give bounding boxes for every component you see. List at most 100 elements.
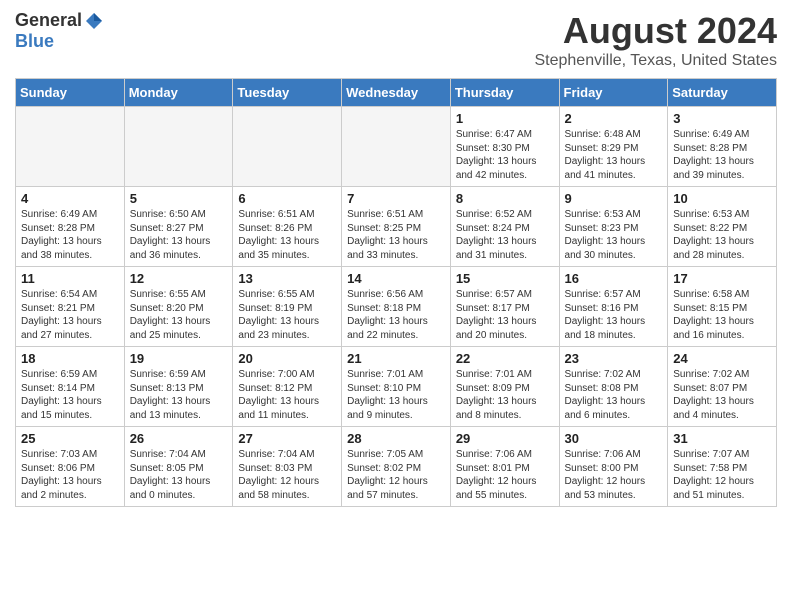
day-info: Sunrise: 7:01 AM Sunset: 8:10 PM Dayligh… bbox=[347, 368, 445, 422]
calendar-cell: 30Sunrise: 7:06 AM Sunset: 8:00 PM Dayli… bbox=[559, 427, 668, 507]
day-info: Sunrise: 6:59 AM Sunset: 8:13 PM Dayligh… bbox=[130, 368, 228, 422]
day-info: Sunrise: 6:54 AM Sunset: 8:21 PM Dayligh… bbox=[21, 288, 119, 342]
calendar-cell: 8 Sunrise: 6:52 AM Sunset: 8:24 PM Daylig… bbox=[450, 187, 559, 267]
day-number: 28 bbox=[347, 431, 445, 446]
day-info: Sunrise: 6:58 AM Sunset: 8:15 PM Dayligh… bbox=[673, 288, 771, 342]
day-number: 20 bbox=[238, 351, 336, 366]
calendar-cell: 24 Sunrise: 7:02 AM Sunset: 8:07 PM Dayli… bbox=[668, 347, 777, 427]
calendar-cell: 10 Sunrise: 6:53 AM Sunset: 8:22 PM Dayli… bbox=[668, 187, 777, 267]
day-number: 1 bbox=[456, 111, 554, 126]
day-number: 10 bbox=[673, 191, 771, 206]
day-number: 6 bbox=[238, 191, 336, 206]
day-number: 26 bbox=[130, 431, 228, 446]
day-info: Sunrise: 6:57 AM Sunset: 8:17 PM Dayligh… bbox=[456, 288, 554, 342]
calendar-cell: 14 Sunrise: 6:56 AM Sunset: 8:18 PM Dayli… bbox=[342, 267, 451, 347]
day-number: 9 bbox=[565, 191, 663, 206]
calendar-cell: 17 Sunrise: 6:58 AM Sunset: 8:15 PM Dayli… bbox=[668, 267, 777, 347]
day-number: 2 bbox=[565, 111, 663, 126]
calendar-cell: 15Sunrise: 6:57 AM Sunset: 8:17 PM Dayli… bbox=[450, 267, 559, 347]
month-title: August 2024 bbox=[534, 10, 777, 52]
calendar-cell: 29 Sunrise: 7:06 AM Sunset: 8:01 PM Dayli… bbox=[450, 427, 559, 507]
calendar-cell: 26 Sunrise: 7:04 AM Sunset: 8:05 PM Dayli… bbox=[124, 427, 233, 507]
calendar-cell: 19 Sunrise: 6:59 AM Sunset: 8:13 PM Dayli… bbox=[124, 347, 233, 427]
day-number: 8 bbox=[456, 191, 554, 206]
calendar-cell: 27 Sunrise: 7:04 AM Sunset: 8:03 PM Dayli… bbox=[233, 427, 342, 507]
day-number: 27 bbox=[238, 431, 336, 446]
col-header-tuesday: Tuesday bbox=[233, 79, 342, 107]
calendar-cell: 3 Sunrise: 6:49 AM Sunset: 8:28 PM Daylig… bbox=[668, 107, 777, 187]
day-number: 22 bbox=[456, 351, 554, 366]
col-header-monday: Monday bbox=[124, 79, 233, 107]
day-number: 16 bbox=[565, 271, 663, 286]
day-info: Sunrise: 7:04 AM Sunset: 8:05 PM Dayligh… bbox=[130, 448, 228, 502]
day-info: Sunrise: 7:05 AM Sunset: 8:02 PM Dayligh… bbox=[347, 448, 445, 502]
day-number: 24 bbox=[673, 351, 771, 366]
day-info: Sunrise: 6:48 AM Sunset: 8:29 PM Dayligh… bbox=[565, 128, 663, 182]
calendar-cell: 22Sunrise: 7:01 AM Sunset: 8:09 PM Dayli… bbox=[450, 347, 559, 427]
calendar-cell: 28 Sunrise: 7:05 AM Sunset: 8:02 PM Dayli… bbox=[342, 427, 451, 507]
calendar-cell: 31 Sunrise: 7:07 AM Sunset: 7:58 PM Dayli… bbox=[668, 427, 777, 507]
day-info: Sunrise: 6:51 AM Sunset: 8:25 PM Dayligh… bbox=[347, 208, 445, 262]
day-info: Sunrise: 7:06 AM Sunset: 8:01 PM Dayligh… bbox=[456, 448, 554, 502]
day-info: Sunrise: 6:56 AM Sunset: 8:18 PM Dayligh… bbox=[347, 288, 445, 342]
calendar-cell: 11Sunrise: 6:54 AM Sunset: 8:21 PM Dayli… bbox=[16, 267, 125, 347]
day-number: 19 bbox=[130, 351, 228, 366]
calendar-week-4: 18Sunrise: 6:59 AM Sunset: 8:14 PM Dayli… bbox=[16, 347, 777, 427]
calendar-cell: 18Sunrise: 6:59 AM Sunset: 8:14 PM Dayli… bbox=[16, 347, 125, 427]
calendar-week-5: 25 Sunrise: 7:03 AM Sunset: 8:06 PM Dayli… bbox=[16, 427, 777, 507]
day-number: 21 bbox=[347, 351, 445, 366]
day-info: Sunrise: 6:59 AM Sunset: 8:14 PM Dayligh… bbox=[21, 368, 119, 422]
day-info: Sunrise: 6:47 AM Sunset: 8:30 PM Dayligh… bbox=[456, 128, 554, 182]
day-info: Sunrise: 7:04 AM Sunset: 8:03 PM Dayligh… bbox=[238, 448, 336, 502]
day-number: 25 bbox=[21, 431, 119, 446]
day-info: Sunrise: 6:50 AM Sunset: 8:27 PM Dayligh… bbox=[130, 208, 228, 262]
day-number: 14 bbox=[347, 271, 445, 286]
calendar-cell: 16 Sunrise: 6:57 AM Sunset: 8:16 PM Dayli… bbox=[559, 267, 668, 347]
calendar-cell: 1 Sunrise: 6:47 AM Sunset: 8:30 PM Daylig… bbox=[450, 107, 559, 187]
day-info: Sunrise: 6:49 AM Sunset: 8:28 PM Dayligh… bbox=[673, 128, 771, 182]
day-info: Sunrise: 7:03 AM Sunset: 8:06 PM Dayligh… bbox=[21, 448, 119, 502]
day-info: Sunrise: 6:49 AM Sunset: 8:28 PM Dayligh… bbox=[21, 208, 119, 262]
logo: General Blue bbox=[15, 10, 104, 52]
col-header-wednesday: Wednesday bbox=[342, 79, 451, 107]
col-header-saturday: Saturday bbox=[668, 79, 777, 107]
calendar-cell bbox=[233, 107, 342, 187]
day-info: Sunrise: 6:51 AM Sunset: 8:26 PM Dayligh… bbox=[238, 208, 336, 262]
day-number: 4 bbox=[21, 191, 119, 206]
calendar-cell bbox=[124, 107, 233, 187]
day-number: 17 bbox=[673, 271, 771, 286]
calendar-cell: 23 Sunrise: 7:02 AM Sunset: 8:08 PM Dayli… bbox=[559, 347, 668, 427]
day-number: 30 bbox=[565, 431, 663, 446]
col-header-friday: Friday bbox=[559, 79, 668, 107]
calendar-cell: 25 Sunrise: 7:03 AM Sunset: 8:06 PM Dayli… bbox=[16, 427, 125, 507]
day-info: Sunrise: 6:53 AM Sunset: 8:23 PM Dayligh… bbox=[565, 208, 663, 262]
day-number: 3 bbox=[673, 111, 771, 126]
day-number: 7 bbox=[347, 191, 445, 206]
day-info: Sunrise: 6:57 AM Sunset: 8:16 PM Dayligh… bbox=[565, 288, 663, 342]
day-number: 23 bbox=[565, 351, 663, 366]
title-block: August 2024 Stephenville, Texas, United … bbox=[534, 10, 777, 70]
day-number: 12 bbox=[130, 271, 228, 286]
calendar-cell bbox=[16, 107, 125, 187]
location-title: Stephenville, Texas, United States bbox=[534, 52, 777, 70]
col-header-thursday: Thursday bbox=[450, 79, 559, 107]
day-info: Sunrise: 6:53 AM Sunset: 8:22 PM Dayligh… bbox=[673, 208, 771, 262]
calendar-week-2: 4 Sunrise: 6:49 AM Sunset: 8:28 PM Daylig… bbox=[16, 187, 777, 267]
day-info: Sunrise: 6:55 AM Sunset: 8:19 PM Dayligh… bbox=[238, 288, 336, 342]
calendar-cell: 9 Sunrise: 6:53 AM Sunset: 8:23 PM Daylig… bbox=[559, 187, 668, 267]
logo-icon bbox=[84, 11, 104, 31]
day-info: Sunrise: 7:02 AM Sunset: 8:08 PM Dayligh… bbox=[565, 368, 663, 422]
day-number: 5 bbox=[130, 191, 228, 206]
day-info: Sunrise: 7:02 AM Sunset: 8:07 PM Dayligh… bbox=[673, 368, 771, 422]
calendar-cell: 5 Sunrise: 6:50 AM Sunset: 8:27 PM Daylig… bbox=[124, 187, 233, 267]
day-number: 31 bbox=[673, 431, 771, 446]
page-header: General Blue August 2024 Stephenville, T… bbox=[15, 10, 777, 70]
calendar-cell: 21 Sunrise: 7:01 AM Sunset: 8:10 PM Dayli… bbox=[342, 347, 451, 427]
day-number: 29 bbox=[456, 431, 554, 446]
day-info: Sunrise: 7:07 AM Sunset: 7:58 PM Dayligh… bbox=[673, 448, 771, 502]
logo-general: General bbox=[15, 10, 82, 31]
day-info: Sunrise: 6:52 AM Sunset: 8:24 PM Dayligh… bbox=[456, 208, 554, 262]
calendar-cell bbox=[342, 107, 451, 187]
calendar-header-row: SundayMondayTuesdayWednesdayThursdayFrid… bbox=[16, 79, 777, 107]
col-header-sunday: Sunday bbox=[16, 79, 125, 107]
